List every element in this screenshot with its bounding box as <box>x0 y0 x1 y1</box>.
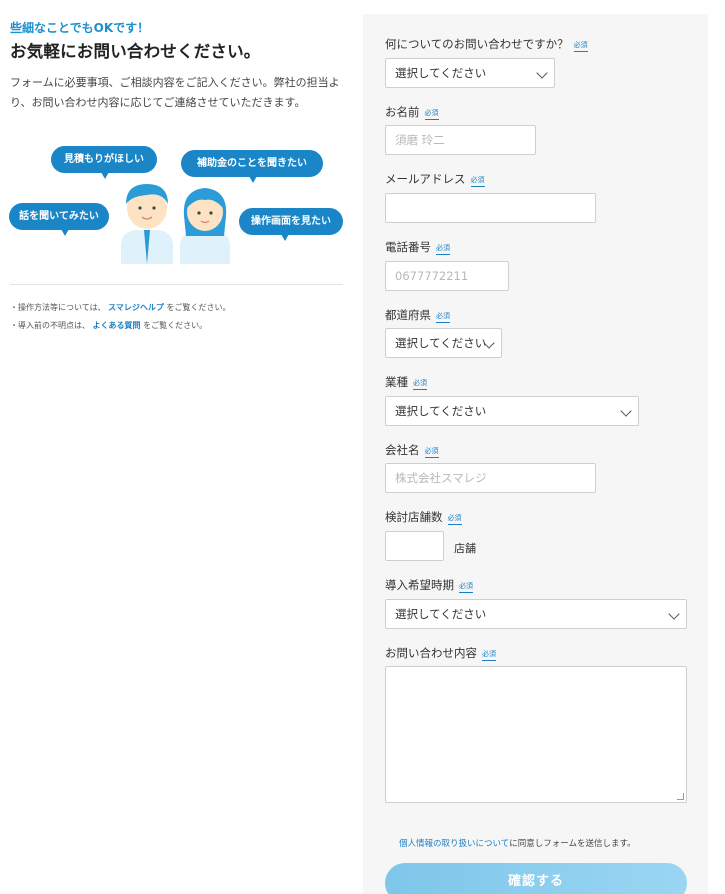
page-title: お気軽にお問い合わせください。 <box>10 42 261 61</box>
smaregi-help-link[interactable]: スマレジヘルプ <box>108 303 164 312</box>
resize-handle-icon[interactable] <box>677 793 684 800</box>
tagline: 些細なことでもOKです！ <box>10 21 150 35</box>
email-label-text: メールアドレス <box>385 172 466 186</box>
phone-placeholder: 0677772211 <box>395 269 469 283</box>
stores-unit: 店舗 <box>454 542 476 555</box>
consent-suffix: に同意しフォームを送信します。 <box>509 839 636 849</box>
message-label: お問い合わせ内容 必須 <box>385 645 496 661</box>
stores-label-text: 検討店舗数 <box>385 510 443 524</box>
required-badge: 必須 <box>424 108 439 120</box>
phone-label: 電話番号 必須 <box>385 239 450 255</box>
industry-select[interactable]: 選択してください <box>385 396 639 426</box>
name-input[interactable]: 須磨 玲二 <box>385 125 536 155</box>
required-badge: 必須 <box>413 378 427 390</box>
prefecture-label-text: 都道府県 <box>385 308 431 322</box>
required-badge: 必須 <box>447 513 462 525</box>
intro-text: フォームに必要事項、ご相談内容をご記入ください。弊社の担当より、お問い合わせ内容… <box>10 76 340 109</box>
support-illustration: 見積もりがほしい 補助金のことを聞きたい 話を聞いてみたい 操作画面を見たい <box>0 140 363 270</box>
timing-select[interactable]: 選択してください <box>385 599 687 629</box>
phone-label-text: 電話番号 <box>385 240 431 254</box>
divider <box>10 284 343 285</box>
help-note: ・操作方法等については、 スマレジヘルプ をご覧ください。 <box>10 302 230 313</box>
inquiry-about-select[interactable]: 選択してください <box>385 58 555 88</box>
help-note-suffix: をご覧ください。 <box>166 303 231 312</box>
industry-label-text: 業種 <box>385 375 408 389</box>
faq-link[interactable]: よくある質問 <box>93 321 141 330</box>
required-badge: 必須 <box>436 243 450 255</box>
name-placeholder: 須磨 玲二 <box>395 133 445 147</box>
company-label: 会社名 必須 <box>385 442 439 458</box>
stores-input[interactable] <box>385 531 444 561</box>
chevron-down-icon <box>620 405 632 417</box>
company-label-text: 会社名 <box>385 443 420 457</box>
industry-label: 業種 必須 <box>385 374 427 390</box>
inquiry-about-label-text: 何についてのお問い合わせですか？ <box>385 37 569 51</box>
timing-label: 導入希望時期 必須 <box>385 577 473 593</box>
industry-value: 選択してください <box>395 404 487 418</box>
phone-input[interactable]: 0677772211 <box>385 261 509 291</box>
required-badge: 必須 <box>436 311 450 323</box>
name-label-text: お名前 <box>385 105 420 119</box>
privacy-policy-link[interactable]: 個人情報の取り扱いについて <box>399 839 509 849</box>
faq-note-prefix: ・導入前の不明点は、 <box>10 321 90 330</box>
inquiry-about-label: 何についてのお問い合わせですか？ 必須 <box>385 36 588 52</box>
required-badge: 必須 <box>459 581 473 593</box>
timing-label-text: 導入希望時期 <box>385 578 454 592</box>
company-input[interactable]: 株式会社スマレジ <box>385 463 596 493</box>
required-badge: 必須 <box>573 40 588 52</box>
consent-text: 個人情報の取り扱いについてに同意しフォームを送信します。 <box>399 837 636 849</box>
required-badge: 必須 <box>482 649 496 661</box>
prefecture-value: 選択してください <box>395 336 487 350</box>
help-note-prefix: ・操作方法等については、 <box>10 303 106 312</box>
confirm-button[interactable]: 確認する <box>385 863 687 894</box>
faq-note-suffix: をご覧ください。 <box>143 321 208 330</box>
stores-label: 検討店舗数 必須 <box>385 509 462 525</box>
company-placeholder: 株式会社スマレジ <box>395 471 487 485</box>
chevron-down-icon <box>536 67 548 79</box>
required-badge: 必須 <box>424 446 439 458</box>
name-label: お名前 必須 <box>385 104 439 120</box>
intro-panel: 些細なことでもOKです！ お気軽にお問い合わせください。 フォームに必要事項、ご… <box>0 0 363 894</box>
email-label: メールアドレス 必須 <box>385 171 485 187</box>
email-input[interactable] <box>385 193 596 223</box>
prefecture-select[interactable]: 選択してください <box>385 328 502 358</box>
female-staff-icon <box>180 188 230 264</box>
male-staff-icon <box>121 184 173 264</box>
message-textarea[interactable] <box>385 666 687 803</box>
chevron-down-icon <box>668 608 680 620</box>
required-badge: 必須 <box>470 175 485 187</box>
staff-figures-icon <box>121 184 230 264</box>
inquiry-about-value: 選択してください <box>395 66 487 80</box>
faq-note: ・導入前の不明点は、 よくある質問 をご覧ください。 <box>10 320 207 331</box>
timing-value: 選択してください <box>395 607 487 621</box>
message-label-text: お問い合わせ内容 <box>385 646 477 660</box>
contact-page: 些細なことでもOKです！ お気軽にお問い合わせください。 フォームに必要事項、ご… <box>0 0 725 894</box>
prefecture-label: 都道府県 必須 <box>385 307 450 323</box>
contact-form: 何についてのお問い合わせですか？ 必須 選択してください お名前 必須 須磨 玲二 … <box>363 14 708 894</box>
